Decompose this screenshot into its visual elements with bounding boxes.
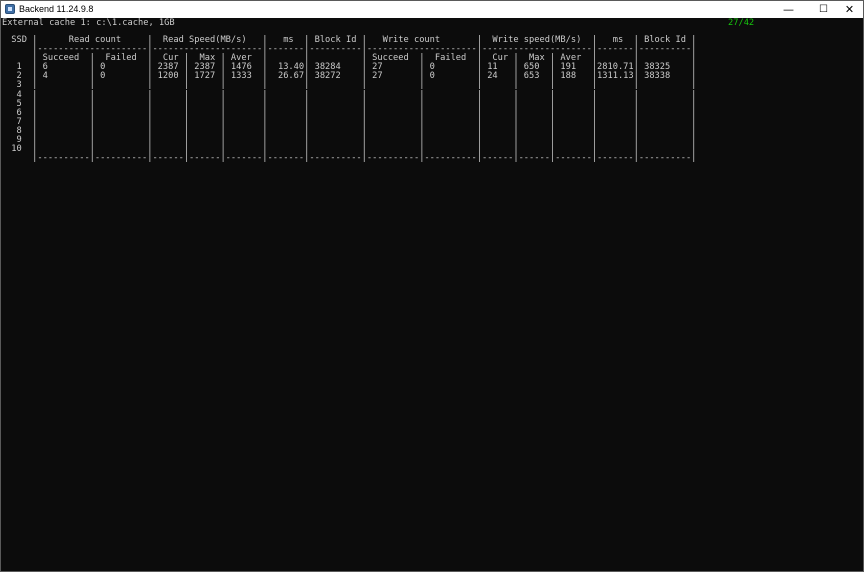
minimize-button[interactable]: — <box>774 1 803 18</box>
console-output[interactable]: External cache 1: c:\1.cache, 1GB 27/42 … <box>2 18 862 570</box>
table-footer-line: |----------|----------|------|------|---… <box>6 153 697 164</box>
title-bar[interactable]: Backend 11.24.9.8 — ☐ ✕ <box>1 1 863 18</box>
progress-counter: 27/42 <box>728 18 755 28</box>
console-window: Backend 11.24.9.8 — ☐ ✕ External cache 1… <box>0 0 864 572</box>
cache-info-line: External cache 1: c:\1.cache, 1GB <box>2 18 175 28</box>
app-icon <box>5 4 15 14</box>
maximize-button[interactable]: ☐ <box>809 1 838 18</box>
window-title: Backend 11.24.9.8 <box>19 4 94 14</box>
close-button[interactable]: ✕ <box>835 1 863 18</box>
ssd-stats-table: SSD | Read count | Read Speed(MB/s) | ms… <box>6 35 697 164</box>
